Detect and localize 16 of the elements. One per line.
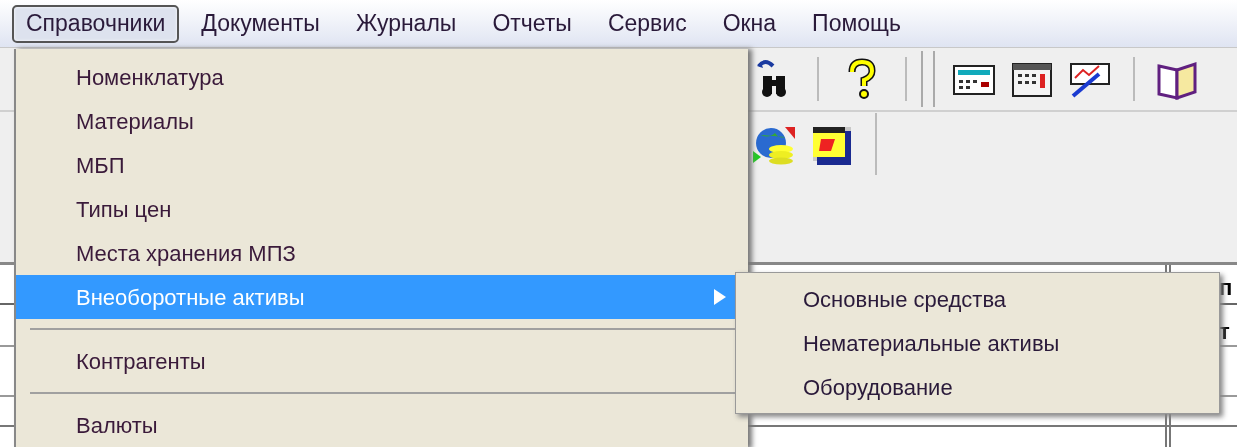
menu-item[interactable]: Помощь: [798, 5, 915, 43]
menu-item[interactable]: МБП: [16, 143, 748, 187]
submenu-item[interactable]: Нематериальные активы: [736, 321, 1219, 365]
menu-item[interactable]: Документы: [187, 5, 334, 43]
table-header-text: п: [1219, 274, 1234, 302]
menu-item[interactable]: Материалы: [16, 99, 748, 143]
menu-item[interactable]: Номенклатура: [16, 55, 748, 99]
menu-item[interactable]: Отчеты: [478, 5, 586, 43]
menu-item[interactable]: Места хранения МПЗ: [16, 231, 748, 275]
menu-item[interactable]: Справочники: [12, 5, 180, 43]
table-header-text: т: [1219, 318, 1231, 346]
menu-item[interactable]: Окна: [708, 5, 791, 43]
menu-item[interactable]: Сервис: [593, 5, 701, 43]
toolbar-grip[interactable]: [921, 51, 935, 107]
menu-item[interactable]: Журналы: [341, 5, 471, 43]
menu-item[interactable]: Типы цен: [16, 187, 748, 231]
